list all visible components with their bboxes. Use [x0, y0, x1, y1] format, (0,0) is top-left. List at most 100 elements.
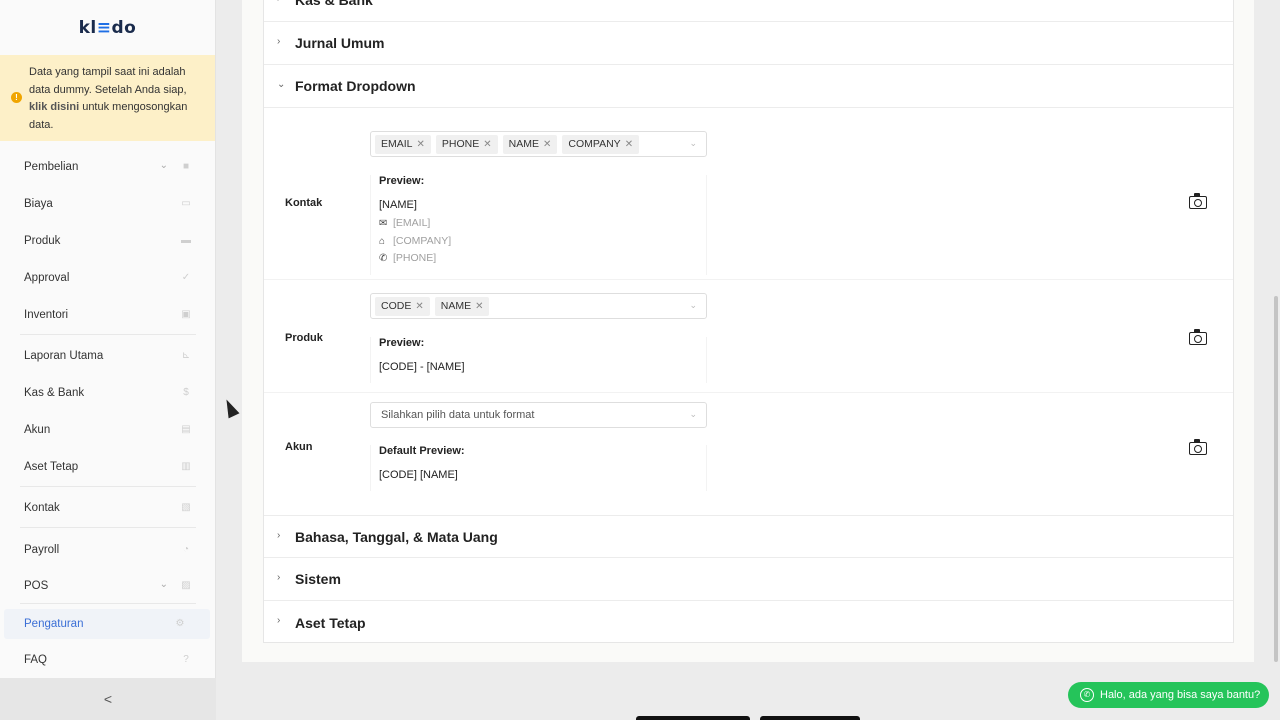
bank-icon: ⌂ [379, 235, 386, 247]
mouse-cursor-icon [221, 396, 240, 419]
sidebar-item-inventori[interactable]: Inventori ▣ [0, 300, 216, 330]
sidebar-item-pembelian[interactable]: Pembelian ⌄ ■ [0, 152, 216, 182]
whatsapp-chat-button[interactable]: ✆ Halo, ada yang bisa saya bantu? [1068, 682, 1269, 708]
section-kas-bank[interactable]: › Kas & Bank [264, 0, 1233, 22]
section-title: Bahasa, Tanggal, & Mata Uang [295, 528, 498, 545]
notice-text: Data yang tampil saat ini adalah data du… [29, 66, 187, 96]
row-label-akun: Akun [285, 441, 313, 453]
sidebar-item-kas-bank[interactable]: Kas & Bank $ [0, 378, 216, 408]
sidebar-item-aset-tetap[interactable]: Aset Tetap ▥ [0, 452, 216, 482]
section-sistem[interactable]: › Sistem [264, 558, 1233, 601]
tag-name: NAME ✕ [502, 134, 558, 154]
chevron-right-icon: › [277, 36, 281, 47]
sidebar: kl ≡ do ! Data yang tampil saat ini adalah… [0, 0, 216, 720]
dummy-data-notice: ! Data yang tampil saat ini adalah data … [0, 55, 215, 141]
sidebar-item-laporan-utama[interactable]: Laporan Utama ⊾ [0, 341, 216, 371]
sidebar-collapse-button[interactable]: < [0, 678, 216, 720]
sidebar-item-label: Akun [24, 424, 51, 436]
remove-tag-icon[interactable]: ✕ [417, 139, 425, 150]
chevron-down-icon[interactable]: ⌄ [160, 579, 168, 590]
tag-label: PHONE [441, 138, 480, 150]
section-bahasa-tanggal-mata-uang[interactable]: › Bahasa, Tanggal, & Mata Uang [264, 515, 1233, 558]
produk-preview: Preview: [CODE] - [NAME] [370, 337, 707, 383]
camera-icon[interactable] [1189, 439, 1207, 455]
chevron-right-icon: › [277, 530, 281, 541]
logo-mark: ≡ [96, 17, 112, 38]
box-icon: ▬ [181, 235, 191, 246]
sidebar-item-biaya[interactable]: Biaya ▭ [0, 189, 216, 219]
remove-tag-icon[interactable]: ✕ [543, 139, 551, 150]
remove-tag-icon[interactable]: ✕ [415, 301, 423, 312]
akun-format-select[interactable]: Silahkan pilih data untuk format ⌄ [370, 402, 707, 428]
section-title: Aset Tetap [295, 614, 366, 631]
sidebar-item-label: Biaya [24, 198, 53, 210]
section-format-dropdown[interactable]: ⌄ Format Dropdown [264, 65, 1233, 108]
tag-phone: PHONE ✕ [435, 134, 498, 154]
tag-label: EMAIL [381, 138, 413, 150]
sidebar-item-produk[interactable]: Produk ▬ [0, 226, 216, 256]
gears-icon: ⚙ [175, 618, 185, 629]
taskbar-item[interactable] [636, 716, 750, 720]
preview-value: [CODE] - [NAME] [379, 361, 465, 373]
pos-icon: ▨ [181, 580, 191, 591]
sidebar-item-label: Aset Tetap [24, 461, 79, 473]
preview-value: [CODE] [NAME] [379, 469, 458, 481]
clear-data-link[interactable]: klik disini [29, 101, 79, 113]
sidebar-item-akun[interactable]: Akun ▤ [0, 415, 216, 445]
tag-label: NAME [508, 138, 539, 150]
preview-title: Preview: [379, 337, 425, 349]
phone-icon: ✆ [379, 252, 388, 264]
chevron-right-icon: › [277, 0, 280, 4]
sidebar-divider [20, 527, 196, 528]
preview-title: Default Preview: [379, 445, 465, 457]
question-icon: ? [183, 654, 189, 665]
chevron-left-icon: < [103, 691, 113, 707]
remove-tag-icon[interactable]: ✕ [475, 301, 483, 312]
row-label-kontak: Kontak [285, 197, 323, 209]
chevron-right-icon: › [277, 615, 281, 626]
page-scrollbar[interactable] [1274, 296, 1278, 662]
dropdown-arrow-icon[interactable]: ⌄ [689, 300, 697, 311]
preview-phone-line: ✆ [PHONE] [379, 252, 436, 264]
produk-format-select[interactable]: CODE ✕ NAME ✕ ⌄ [370, 293, 707, 319]
remove-tag-icon[interactable]: ✕ [483, 139, 491, 150]
mail-icon: ✉ [379, 217, 388, 229]
dropdown-arrow-icon[interactable]: ⌄ [689, 409, 697, 420]
section-title: Kas & Bank [295, 0, 373, 8]
chat-button-label: Halo, ada yang bisa saya bantu? [1100, 689, 1261, 701]
section-jurnal-umum[interactable]: › Jurnal Umum [264, 22, 1233, 65]
kontak-format-select[interactable]: EMAIL ✕ PHONE ✕ NAME ✕ COMPANY ✕ ⌄ [370, 131, 707, 157]
briefcase-icon: ▣ [181, 309, 191, 320]
sidebar-item-label: FAQ [24, 654, 48, 666]
tag-label: CODE [381, 300, 412, 312]
kledo-logo[interactable]: kl ≡ do [0, 0, 215, 55]
preview-name: [NAME] [379, 199, 417, 211]
sidebar-item-kontak[interactable]: Kontak ▧ [0, 493, 216, 523]
section-aset-tetap[interactable]: › Aset Tetap [264, 601, 1233, 644]
sidebar-item-label: Inventori [24, 309, 69, 321]
whatsapp-icon: ✆ [1080, 688, 1094, 702]
section-title: Sistem [295, 571, 341, 587]
sidebar-item-approval[interactable]: Approval ✓ [0, 263, 216, 293]
row-label-produk: Produk [285, 332, 323, 344]
sidebar-item-label: Pengaturan [24, 618, 84, 630]
payroll-icon: ◔ [182, 544, 190, 555]
remove-tag-icon[interactable]: ✕ [625, 139, 633, 150]
sidebar-item-pos[interactable]: POS ⌄ ▨ [0, 571, 216, 601]
camera-icon[interactable] [1189, 193, 1207, 209]
logo-text-a: kl [78, 17, 97, 38]
taskbar-item[interactable] [760, 716, 860, 720]
bag-icon: ■ [182, 161, 190, 172]
preview-email: [EMAIL] [393, 217, 431, 229]
sidebar-item-pengaturan[interactable]: Pengaturan ⚙ [4, 609, 210, 639]
sidebar-item-payroll[interactable]: Payroll ◔ [0, 535, 216, 565]
section-title: Format Dropdown [295, 78, 416, 94]
camera-icon[interactable] [1189, 329, 1207, 345]
logo-text-c: do [111, 17, 137, 38]
sidebar-item-label: Approval [24, 272, 70, 284]
dollar-icon: $ [183, 387, 189, 398]
sidebar-item-faq[interactable]: FAQ? [0, 645, 216, 675]
dropdown-arrow-icon[interactable]: ⌄ [689, 138, 697, 149]
settings-card: › Kas & Bank › Jurnal Umum ⌄ Format Dropdow… [263, 0, 1234, 643]
chevron-down-icon[interactable]: ⌄ [160, 160, 168, 171]
